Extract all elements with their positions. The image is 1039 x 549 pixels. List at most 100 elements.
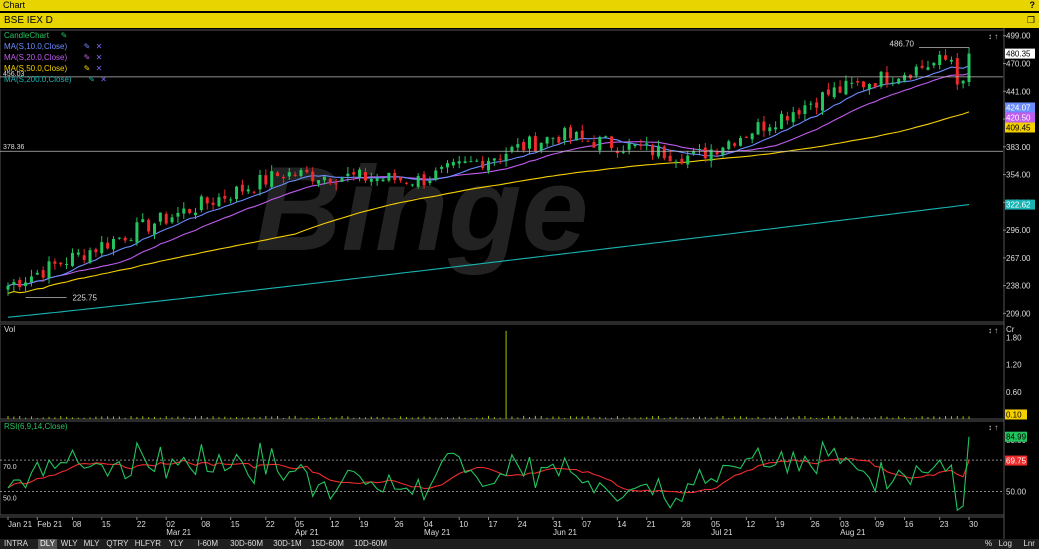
period-button-intra[interactable]: INTRA xyxy=(4,539,28,549)
candle-body xyxy=(727,141,731,150)
price-axis-label: 383.00 xyxy=(1006,143,1031,152)
price-badge: 424.07 xyxy=(1006,103,1031,112)
candle-body xyxy=(686,155,690,165)
candle-body xyxy=(528,136,532,149)
candle-body xyxy=(276,172,280,177)
interval-button[interactable]: 15D-60M xyxy=(311,539,344,549)
candle-body xyxy=(610,136,614,149)
candle-body xyxy=(111,238,115,250)
scale-button-percent[interactable]: % xyxy=(985,539,992,549)
period-button-hlfyr[interactable]: HLFYR xyxy=(135,539,161,549)
candle-body xyxy=(76,252,80,255)
candle-body xyxy=(662,146,666,159)
scale-button-log[interactable]: Log xyxy=(999,539,1012,549)
price-badge: 480.35 xyxy=(1006,50,1031,59)
restore-icon[interactable]: ❐ xyxy=(1027,13,1035,28)
candle-body xyxy=(147,219,151,232)
edit-icon[interactable]: ✎ xyxy=(84,64,91,73)
price-pane-controls-icon[interactable]: ↕ ↑ xyxy=(988,32,998,41)
candle-body xyxy=(469,161,473,163)
candle-body xyxy=(574,131,578,141)
interval-button[interactable]: 30D-1M xyxy=(273,539,301,549)
time-axis-month-label: Aug 21 xyxy=(840,528,866,537)
time-axis-label: 14 xyxy=(617,520,626,529)
candle-body xyxy=(592,141,596,148)
price-axis-label: 470.00 xyxy=(1006,60,1031,69)
time-axis-label: 26 xyxy=(811,520,820,529)
candle-body xyxy=(176,212,180,217)
candle-body xyxy=(598,137,602,151)
period-button-dly[interactable]: DLY xyxy=(38,539,57,549)
window-help-icon[interactable]: ? xyxy=(1030,0,1036,11)
candle-body xyxy=(428,180,432,184)
scale-button-lnr[interactable]: Lnr xyxy=(1023,539,1035,549)
remove-icon[interactable]: ✕ xyxy=(96,53,103,62)
candle-body xyxy=(445,163,449,168)
rsi-level-upper-label: 70.0 xyxy=(3,464,17,471)
period-button-yly[interactable]: YLY xyxy=(169,539,184,549)
candle-body xyxy=(903,75,907,81)
candle-body xyxy=(399,177,403,181)
candle-body xyxy=(744,136,748,138)
interval-button[interactable]: I-60M xyxy=(198,539,218,549)
volume-pane-frame xyxy=(0,323,1005,420)
time-axis-label: 10 xyxy=(459,520,468,529)
candle-body xyxy=(12,282,16,285)
candle-body xyxy=(838,86,842,93)
candle-body xyxy=(205,197,209,204)
price-axis-label: 441.00 xyxy=(1006,87,1031,96)
candle-body xyxy=(926,67,930,70)
period-button-mly[interactable]: MLY xyxy=(84,539,100,549)
candle-body xyxy=(539,142,543,151)
candle-body xyxy=(229,199,233,201)
candle-body xyxy=(504,153,508,162)
candle-body xyxy=(6,285,10,290)
legend-item: MA(S,200.0,Close) xyxy=(4,75,72,84)
interval-button[interactable]: 30D-60M xyxy=(230,539,263,549)
candle-body xyxy=(293,174,297,176)
period-high-label: 486.70 xyxy=(890,40,915,49)
edit-icon[interactable]: ✎ xyxy=(61,31,68,40)
rsi-pane-controls-icon[interactable]: ↕ ↑ xyxy=(988,423,998,432)
candle-body xyxy=(680,158,684,164)
time-axis-label: 26 xyxy=(395,520,404,529)
candle-body xyxy=(498,158,502,160)
edit-icon[interactable]: ✎ xyxy=(88,75,95,84)
candle-body xyxy=(135,222,139,243)
candle-body xyxy=(270,171,274,187)
period-button-qtry[interactable]: QTRY xyxy=(106,539,128,549)
candle-body xyxy=(70,252,74,266)
remove-icon[interactable]: ✕ xyxy=(100,75,107,84)
candle-body xyxy=(65,263,69,265)
candle-body xyxy=(287,172,291,177)
edit-icon[interactable]: ✎ xyxy=(84,53,91,62)
candle-body xyxy=(258,174,262,190)
edit-icon[interactable]: ✎ xyxy=(84,42,91,51)
candle-body xyxy=(797,110,801,115)
volume-axis-label: 0.60 xyxy=(1006,388,1022,397)
candle-body xyxy=(94,249,98,253)
remove-icon[interactable]: ✕ xyxy=(96,64,103,73)
candle-body xyxy=(563,128,567,141)
period-low-label: 225.75 xyxy=(72,293,97,302)
remove-icon[interactable]: ✕ xyxy=(96,42,103,51)
time-axis-label: 19 xyxy=(776,520,785,529)
interval-button[interactable]: 10D-60M xyxy=(354,539,387,549)
candle-body xyxy=(369,179,373,182)
time-axis-label: 19 xyxy=(360,520,369,529)
candle-body xyxy=(188,209,192,214)
time-axis-label: Feb 21 xyxy=(37,520,62,529)
time-axis-label: Jan 21 xyxy=(8,520,33,529)
time-axis-label: 08 xyxy=(201,520,210,529)
period-button-wly[interactable]: WLY xyxy=(61,539,78,549)
volume-pane-controls-icon[interactable]: ↕ ↑ xyxy=(988,326,998,335)
time-axis-month-label: May 21 xyxy=(424,528,451,537)
candle-body xyxy=(569,127,573,139)
candle-body xyxy=(779,113,783,129)
chart-canvas[interactable]: Binge456.03378.36486.70225.75499.00470.0… xyxy=(0,28,1039,539)
candle-body xyxy=(100,242,104,254)
candle-body xyxy=(914,66,918,76)
rsi-slow-badge: 69.75 xyxy=(1006,457,1027,466)
time-axis-label: 12 xyxy=(330,520,339,529)
time-axis-label: 08 xyxy=(72,520,81,529)
